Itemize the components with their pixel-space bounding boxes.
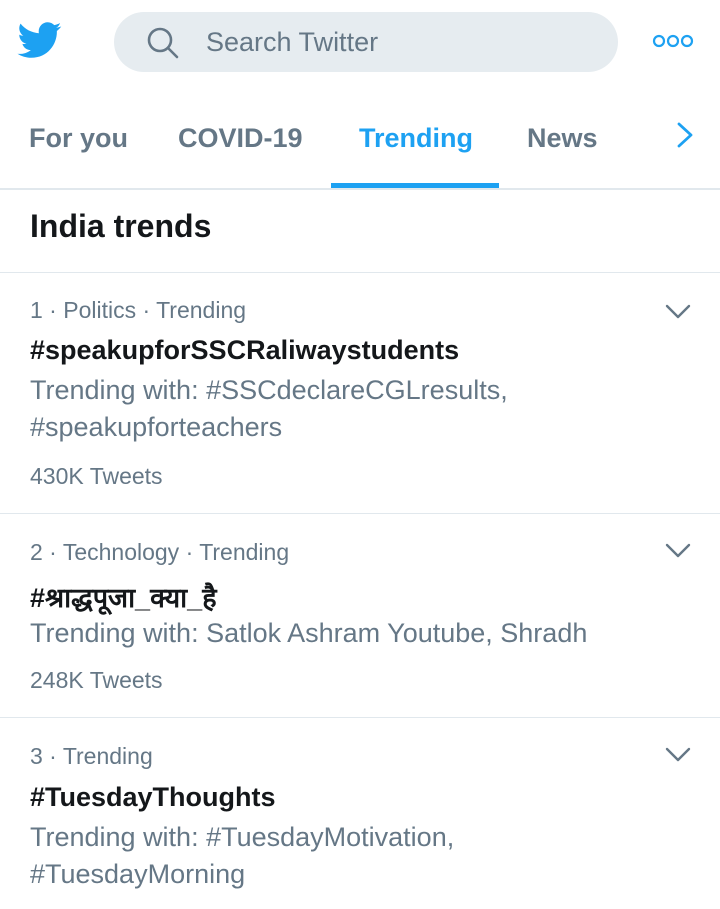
active-tab-indicator xyxy=(331,183,499,188)
tab-covid-19[interactable]: COVID-19 xyxy=(178,96,303,188)
tab-trending[interactable]: Trending xyxy=(359,96,473,188)
trend-meta: 2 · Technology · Trending xyxy=(30,539,290,565)
tab-for-you[interactable]: For you xyxy=(29,96,128,188)
trend-tweet-count: 248K Tweets xyxy=(30,667,163,693)
tab-news[interactable]: News xyxy=(527,96,598,188)
trend-related: Trending with: #TuesdayMotivation, #Tues… xyxy=(30,822,455,889)
twitter-bird-icon[interactable] xyxy=(16,18,64,62)
trend-name: #TuesdayThoughts xyxy=(30,782,276,812)
trend-item[interactable]: 1 · Politics · Trending #speakupforSSCRa… xyxy=(0,273,720,513)
trend-tweet-count: 430K Tweets xyxy=(30,463,163,489)
trend-related: Trending with: Satlok Ashram Youtube, Sh… xyxy=(30,618,588,648)
search-icon xyxy=(147,27,179,59)
search-bar[interactable] xyxy=(114,12,618,72)
trend-name: #speakupforSSCRaliwaystudents xyxy=(30,335,460,365)
trend-related: Trending with: #SSCdeclareCGLresults, #s… xyxy=(30,375,508,442)
trend-meta: 1 · Politics · Trending xyxy=(30,297,247,323)
chevron-down-icon[interactable] xyxy=(664,746,692,764)
trend-name: #श्राद्धपूजा_क्या_है xyxy=(30,583,217,613)
chevron-down-icon[interactable] xyxy=(664,303,692,321)
top-bar xyxy=(0,0,720,90)
explore-tabs: For you COVID-19 Trending News xyxy=(0,96,720,190)
trend-meta: 3 · Trending xyxy=(30,743,153,769)
chevron-right-icon[interactable] xyxy=(672,122,698,148)
trend-item[interactable]: 2 · Technology · Trending #श्राद्धपूजा_क… xyxy=(0,514,720,717)
section-title: India trends xyxy=(30,208,212,244)
more-dots-icon[interactable] xyxy=(652,32,694,50)
search-input[interactable] xyxy=(206,12,596,72)
trend-item[interactable]: 3 · Trending #TuesdayThoughts Trending w… xyxy=(0,718,720,909)
chevron-down-icon[interactable] xyxy=(664,542,692,560)
